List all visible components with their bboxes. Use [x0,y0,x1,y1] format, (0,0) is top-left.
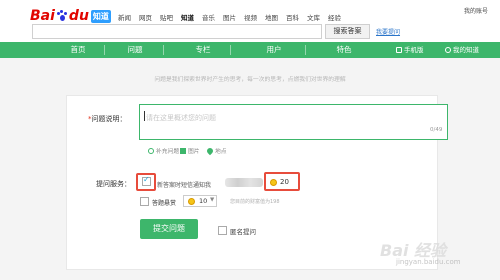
question-label: *问题说明： [88,114,127,124]
image-tool[interactable]: 图片 [180,146,200,155]
main-nav-bar: 首页 问题 专栏 用户 特色 手机版 我的知道 [0,42,500,58]
user-account-link[interactable]: 我的账号 [464,6,488,15]
nav-item-music[interactable]: 音乐 [202,12,215,22]
search-input[interactable] [32,24,322,39]
baidu-zhidao-logo[interactable]: Bai du 知道 [30,8,111,24]
ask-question-link[interactable]: 我要提问 [376,27,400,36]
plus-circle-icon [148,148,154,154]
nav-tab-columns[interactable]: 专栏 [185,42,221,58]
mobile-version-label: 手机版 [404,46,424,54]
nav-tab-users[interactable]: 用户 [256,42,292,58]
nav-item-news[interactable]: 新闻 [118,12,131,22]
phone-icon [396,47,402,53]
nav-item-web[interactable]: 网页 [139,12,152,22]
location-tool[interactable]: 地点 [205,146,227,156]
blurred-phone-number [225,178,263,187]
logo-zhidao-badge: 知道 [90,9,111,23]
watermark-url: jingyan.baidu.com [396,258,461,266]
reward-select-value: 10 [199,197,208,205]
baidu-paw-icon [56,10,68,22]
nav-item-images[interactable]: 图片 [223,12,236,22]
chevron-down-icon: ▼ [210,197,215,203]
nav-item-zhidao[interactable]: 知道 [181,12,194,22]
nav-item-tieba[interactable]: 贴吧 [160,12,173,22]
my-zhidao-label: 我的知道 [453,46,479,54]
reward-label: 答题悬赏 [152,200,177,207]
check-icon: ✓ [143,175,150,184]
mobile-version-link[interactable]: 手机版 [396,42,424,58]
search-answer-button[interactable]: 搜索答案 [325,24,370,39]
text-caret [144,111,145,121]
nav-divider [104,45,105,55]
nav-item-jingyan[interactable]: 经验 [328,12,341,22]
anonymous-label: 匿名提问 [230,228,256,236]
question-placeholder: 请在这里概述您的问题 [146,114,216,122]
question-label-text: 问题说明： [91,115,127,123]
service-label: 提问服务： [96,180,131,188]
service-cost-value: 20 [280,178,289,186]
location-pin-icon [205,146,215,156]
nav-item-map[interactable]: 地图 [265,12,278,22]
char-counter: 0/49 [430,127,443,133]
top-nav: 新闻 网页 贴吧 知道 音乐 图片 视频 地图 百科 文库 经验 [118,12,341,22]
submit-question-button[interactable]: 提交问题 [140,219,198,239]
nav-tab-questions[interactable]: 问题 [117,42,153,58]
logo-du-text: du [68,8,89,24]
page-slogan: 问题是我们探索世界时产生的思考，每一次的思考，点燃我们对世界的理解 [154,77,346,83]
sms-notify-label: 新答案时短信通知我 [157,182,212,189]
nav-divider [305,45,306,55]
logo-bai-text: Bai [30,8,55,24]
coin-icon [188,198,195,205]
image-icon [180,148,186,154]
supplement-question-tool[interactable]: 补充问题 [148,146,179,155]
wealth-note: 您目前的财富值为198 [230,199,280,205]
my-zhidao-link[interactable]: 我的知道 [445,42,479,58]
nav-tab-features[interactable]: 特色 [326,42,362,58]
nav-item-video[interactable]: 视频 [244,12,257,22]
nav-divider [230,45,231,55]
reward-checkbox[interactable] [140,197,149,206]
nav-tab-home[interactable]: 首页 [60,42,96,58]
user-icon [445,47,451,53]
nav-item-wenku[interactable]: 文库 [307,12,320,22]
nav-divider [163,45,164,55]
anonymous-checkbox[interactable] [218,226,227,235]
nav-item-baike[interactable]: 百科 [286,12,299,22]
location-tool-label: 地点 [215,149,227,155]
coin-icon [270,179,277,186]
supplement-question-label: 补充问题 [156,149,180,155]
image-tool-label: 图片 [188,149,200,155]
